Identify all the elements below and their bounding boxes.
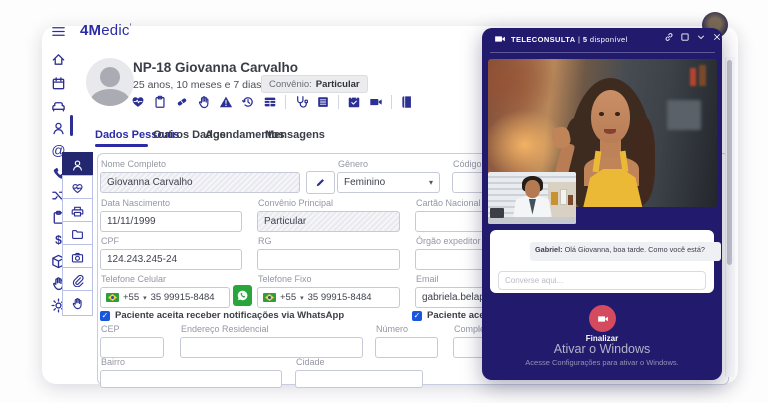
clipboard-icon[interactable] — [153, 95, 167, 109]
divider — [338, 95, 339, 109]
field-cidade: Cidade — [295, 357, 423, 388]
chevron-down-icon: ▾ — [429, 178, 433, 187]
hand-icon[interactable] — [197, 95, 211, 109]
stethoscope-icon[interactable] — [294, 95, 308, 109]
chat-message: Gabriel: Olá Giovanna, boa tarde. Como v… — [530, 242, 721, 261]
menu-icon[interactable] — [51, 24, 66, 39]
maximize-icon[interactable] — [680, 32, 690, 42]
rg-input[interactable] — [257, 249, 400, 270]
divider — [285, 95, 286, 109]
finalize-call-button[interactable] — [589, 305, 616, 332]
list-icon[interactable] — [316, 95, 330, 109]
active-tab-underline — [95, 144, 148, 147]
teleconsulta-header: TELECONSULTA | 5 disponível — [494, 33, 628, 45]
warning-icon[interactable] — [219, 95, 233, 109]
telefone-celular-input[interactable]: +55▾ 35 99915-8484 — [100, 287, 230, 308]
field-convenio-principal: Convênio Principal — [257, 198, 400, 232]
heart-pulse-icon[interactable] — [131, 95, 145, 109]
video-camera-icon — [494, 33, 506, 45]
whatsapp-button[interactable] — [233, 285, 252, 306]
sidebar-item-patients[interactable] — [51, 121, 66, 136]
bairro-input[interactable] — [100, 370, 282, 388]
data-nascimento-input[interactable] — [100, 211, 242, 232]
brazil-flag-icon — [263, 293, 276, 302]
field-genero: Gênero Feminino▾ — [337, 159, 440, 193]
field-data-nascimento: Data Nascimento — [100, 198, 242, 232]
chevron-down-icon: ▾ — [300, 294, 304, 302]
field-telefone-fixo: Telefone Fixo +55▾ 35 99915-8484 — [257, 274, 400, 308]
chevron-down-icon: ▾ — [143, 294, 147, 302]
cep-input[interactable] — [100, 337, 164, 358]
numero-input[interactable] — [375, 337, 438, 358]
edit-name-button[interactable] — [306, 171, 335, 194]
patient-name: NP-18 Giovanna Carvalho — [133, 60, 298, 75]
teleconsulta-window-controls — [664, 32, 722, 42]
tab-mensagens[interactable]: Mensagens — [265, 129, 325, 141]
history-icon[interactable] — [241, 95, 255, 109]
patient-avatar — [86, 58, 134, 106]
close-icon[interactable] — [712, 32, 722, 42]
field-endereco: Endereço Residencial — [180, 324, 363, 358]
field-bairro: Bairro — [100, 357, 282, 388]
field-rg: RG — [257, 236, 400, 270]
field-nome-completo: Nome Completo — [100, 159, 300, 193]
calendar-check-icon[interactable] — [347, 95, 361, 109]
screen: @ $ 4Medic’ NP-18 Giovanna Carvalho 25 a… — [0, 0, 768, 403]
cpf-input[interactable] — [100, 249, 242, 270]
chat-input[interactable] — [498, 271, 706, 290]
stretcher-icon[interactable] — [51, 99, 66, 114]
video-camera-icon[interactable] — [369, 95, 383, 109]
cidade-input[interactable] — [295, 370, 423, 388]
table-icon[interactable] — [263, 95, 277, 109]
field-cpf: CPF — [100, 236, 242, 270]
convenio-badge: Convênio:Particular — [261, 75, 368, 93]
field-cep: CEP — [100, 324, 164, 358]
nome-completo-input[interactable] — [100, 172, 300, 193]
windows-watermark-sub: Acesse Configurações para ativar o Windo… — [482, 358, 722, 367]
field-numero: Número — [375, 324, 438, 358]
patient-age: 25 anos, 10 meses e 7 dias — [133, 79, 261, 91]
pill-icon[interactable] — [175, 95, 189, 109]
patient-action-toolbar — [131, 93, 414, 111]
sidebar-active-indicator — [70, 115, 73, 136]
whatsapp-optin-row: ✓ Paciente aceita receber notificações v… — [100, 310, 344, 321]
book-icon[interactable] — [400, 95, 414, 109]
telefone-fixo-input[interactable]: +55▾ 35 99915-8484 — [257, 287, 400, 308]
checkbox-checked[interactable]: ✓ — [412, 311, 422, 321]
link-icon[interactable] — [664, 32, 674, 42]
windows-watermark-title: Ativar o Windows — [482, 342, 722, 356]
app-logo: 4Medic’ — [80, 22, 132, 39]
endereco-input[interactable] — [180, 337, 363, 358]
genero-select[interactable]: Feminino▾ — [337, 172, 440, 193]
home-icon[interactable] — [51, 52, 66, 67]
divider — [391, 95, 392, 109]
field-telefone-celular: Telefone Celular +55▾ 35 99915-8484 — [100, 274, 230, 308]
scrollbar-thumb[interactable] — [727, 60, 732, 265]
brazil-flag-icon — [106, 293, 119, 302]
convenio-principal-input[interactable] — [257, 211, 400, 232]
header-divider — [490, 52, 715, 53]
checkbox-checked[interactable]: ✓ — [100, 311, 110, 321]
doctor-self-video — [488, 172, 576, 224]
calendar-icon[interactable] — [51, 76, 66, 91]
tool-gesture-button[interactable] — [62, 290, 93, 316]
chevron-down-icon[interactable] — [696, 32, 706, 42]
